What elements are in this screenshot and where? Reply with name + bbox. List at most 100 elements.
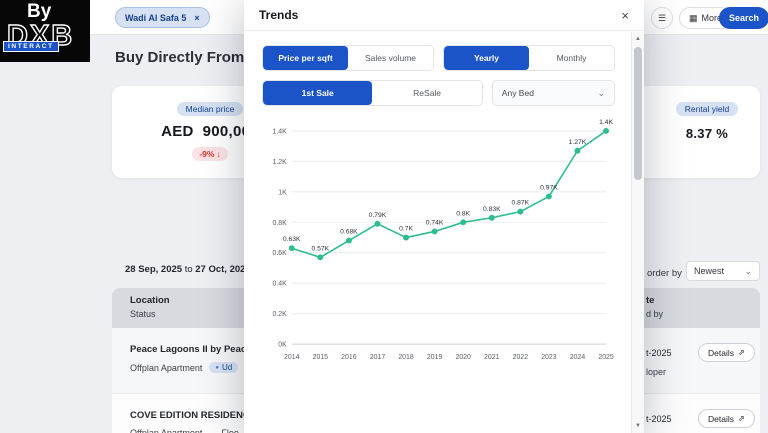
location-chip-label: Wadi Al Safa 5	[125, 13, 186, 23]
metric-tab-group: Price per sqft Sales volume	[262, 45, 434, 71]
tab-price-per-sqft[interactable]: Price per sqft	[263, 46, 348, 70]
listing-listedby-fragment: loper	[646, 367, 666, 377]
svg-text:0.83K: 0.83K	[483, 206, 501, 213]
location-chip[interactable]: Wadi Al Safa 5 ×	[115, 7, 210, 28]
svg-text:0.2K: 0.2K	[273, 311, 288, 318]
scroll-down-arrow[interactable]: ▼	[632, 420, 644, 432]
svg-text:0.87K: 0.87K	[512, 200, 530, 207]
svg-text:2017: 2017	[370, 354, 386, 361]
median-change-value: -9%	[199, 149, 214, 159]
filter-icon-button[interactable]: ☰	[651, 7, 673, 29]
details-button[interactable]: Details ⇗	[698, 343, 755, 362]
logo-interact-band: INTERACT	[3, 41, 59, 52]
date-listedby-header: te d by	[646, 295, 663, 319]
listing-subtitle: Offplan Apartment Floo	[130, 428, 239, 433]
trends-modal: Trends × Price per sqft Sales volume Yea…	[244, 0, 644, 433]
details-button[interactable]: Details ⇗	[698, 409, 755, 428]
svg-text:2015: 2015	[313, 354, 329, 361]
svg-text:0.63K: 0.63K	[283, 236, 301, 243]
modal-title: Trends	[259, 8, 298, 22]
external-link-icon: ⇗	[738, 348, 745, 357]
period-tab-group: Yearly Monthly	[443, 45, 615, 71]
location-status-header: Location Status	[130, 295, 170, 319]
svg-text:2023: 2023	[541, 354, 557, 361]
filter-icon: ☰	[658, 13, 666, 24]
listing-date-fragment: t-2025	[646, 414, 672, 424]
svg-text:1.4K: 1.4K	[273, 128, 288, 135]
listing-date-fragment: t-2025	[646, 348, 672, 358]
svg-text:0.8K: 0.8K	[273, 220, 288, 227]
chevron-down-icon: ⌄	[744, 267, 752, 276]
search-button[interactable]: Search	[719, 7, 768, 29]
svg-text:0.79K: 0.79K	[369, 212, 387, 219]
svg-text:0.68K: 0.68K	[340, 229, 358, 236]
svg-text:1K: 1K	[278, 189, 287, 196]
details-button-label: Details	[708, 348, 734, 358]
tab-sales-volume[interactable]: Sales volume	[348, 46, 433, 70]
dxb-interact-logo[interactable]: By DXB INTERACT	[0, 0, 90, 62]
svg-text:1.2K: 1.2K	[273, 159, 288, 166]
tab-first-sale[interactable]: 1st Sale	[263, 81, 372, 105]
tab-resale[interactable]: ReSale	[372, 81, 481, 105]
date-header-fragment: te	[646, 295, 663, 306]
location-header-label: Location	[130, 295, 170, 306]
modal-header: Trends ×	[244, 0, 644, 31]
tab-monthly[interactable]: Monthly	[529, 46, 614, 70]
svg-text:2019: 2019	[427, 354, 443, 361]
scrollbar-thumb[interactable]	[634, 47, 642, 180]
svg-text:2021: 2021	[484, 354, 500, 361]
svg-text:0.8K: 0.8K	[456, 210, 470, 217]
tab-yearly[interactable]: Yearly	[444, 46, 529, 70]
modal-body: Price per sqft Sales volume Yearly Month…	[244, 32, 631, 433]
chevron-down-icon: ⌄	[597, 89, 605, 98]
median-price-badge: Median price	[177, 102, 244, 116]
close-button[interactable]: ×	[621, 9, 629, 22]
svg-text:0.74K: 0.74K	[426, 220, 444, 227]
sale-bed-filter-row: 1st Sale ReSale Any Bed ⌄	[262, 80, 615, 106]
bed-filter-select[interactable]: Any Bed ⌄	[492, 80, 615, 106]
listing-badge-label: Ud	[222, 363, 232, 372]
order-by-label: order by	[647, 268, 682, 279]
listing-type: Offplan Apartment	[130, 363, 202, 373]
status-header-label: Status	[130, 309, 170, 319]
listing-title: COVE EDITION RESIDENCE	[130, 410, 256, 421]
external-link-icon: ⇗	[738, 414, 745, 423]
modal-scrollbar[interactable]: ▲ ▼	[631, 32, 644, 433]
svg-text:2025: 2025	[598, 354, 614, 361]
svg-text:2022: 2022	[513, 354, 529, 361]
clear-icon[interactable]: ×	[194, 13, 199, 23]
listed-by-header-fragment: d by	[646, 309, 663, 319]
down-trend-icon: ↓	[216, 149, 220, 159]
svg-text:2024: 2024	[570, 354, 586, 361]
svg-text:0.57K: 0.57K	[312, 245, 330, 252]
rental-yield-value: 8.37 %	[652, 126, 762, 141]
svg-text:0.6K: 0.6K	[273, 250, 288, 257]
date-range: 28 Sep, 2025 to 27 Oct, 2025	[125, 264, 251, 275]
listing-title: Peace Lagoons II by Peac	[130, 344, 246, 355]
svg-text:1.4K: 1.4K	[599, 119, 613, 126]
svg-text:0.7K: 0.7K	[399, 226, 413, 233]
grid-icon: ▦	[689, 13, 698, 24]
date-connector: to	[185, 264, 193, 275]
trends-line-chart: 0K0.2K0.4K0.6K0.8K1K1.2K1.4K201420152016…	[262, 115, 615, 369]
svg-text:2018: 2018	[398, 354, 414, 361]
svg-text:0.97K: 0.97K	[540, 184, 558, 191]
svg-text:2016: 2016	[341, 354, 357, 361]
scroll-up-arrow[interactable]: ▲	[632, 33, 644, 45]
date-from: 28 Sep, 2025	[125, 264, 182, 275]
svg-text:1.27K: 1.27K	[569, 139, 587, 146]
svg-text:2014: 2014	[284, 354, 300, 361]
svg-text:2020: 2020	[455, 354, 471, 361]
listing-badge: ● Ud	[209, 362, 238, 373]
date-to: 27 Oct, 2025	[195, 264, 250, 275]
rental-yield-badge: Rental yield	[676, 102, 738, 116]
rental-yield-stat: Rental yield 8.37 %	[652, 99, 762, 141]
listing-subtitle: Offplan Apartment ● Ud	[130, 362, 238, 373]
metric-period-filter-row: Price per sqft Sales volume Yearly Month…	[262, 45, 615, 71]
sale-type-tab-group: 1st Sale ReSale	[262, 80, 483, 106]
badge-dot-icon: ●	[215, 365, 219, 371]
listing-subtitle-fragment: Floo	[221, 428, 239, 433]
order-by-select[interactable]: Newest ⌄	[686, 261, 760, 281]
svg-text:0K: 0K	[278, 342, 287, 349]
bed-filter-value: Any Bed	[502, 88, 534, 98]
